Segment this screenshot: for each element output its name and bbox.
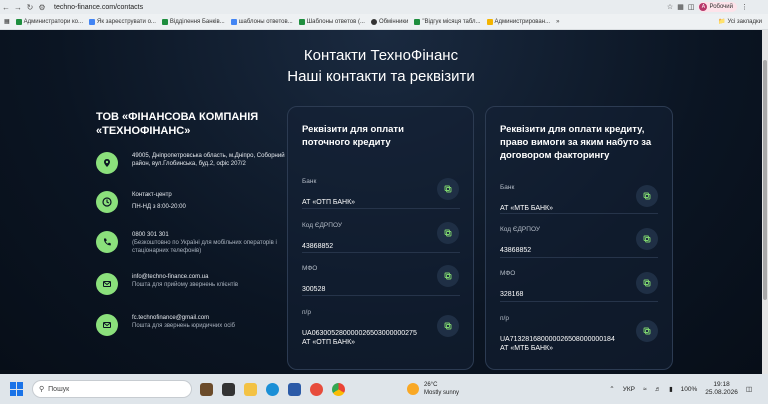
widget-icon[interactable] bbox=[200, 382, 213, 396]
chevron-up-icon[interactable]: ⌃ bbox=[609, 385, 614, 393]
app-icon[interactable] bbox=[310, 382, 323, 396]
sheets-icon bbox=[161, 18, 168, 25]
copy-edrpou-button[interactable] bbox=[636, 228, 658, 250]
bookmark-item[interactable]: Як зареєструвати о... bbox=[89, 18, 156, 25]
page-title: Контакти ТехноФінанс bbox=[303, 47, 459, 64]
sidebar-icon[interactable]: ◫ bbox=[688, 3, 695, 11]
phone-icon bbox=[96, 231, 118, 253]
company-name: ТОВ «ФІНАНСОВА КОМПАНІЯ «ТЕХНОФІНАНС» bbox=[96, 111, 259, 137]
weather-widget[interactable]: 26°C Mostly sunny bbox=[407, 381, 459, 397]
requisites-card-factoring: Реквізити для оплати кредиту, право вимо… bbox=[485, 106, 673, 370]
copy-icon bbox=[643, 192, 651, 200]
windows-start-icon[interactable] bbox=[10, 382, 24, 396]
contact-address: 49005, Дніпропетровська область, м.Дніпр… bbox=[96, 152, 286, 174]
copy-icon bbox=[643, 235, 651, 243]
docs-icon bbox=[230, 18, 237, 25]
divider bbox=[302, 295, 460, 296]
battery-level: 100% bbox=[680, 385, 698, 393]
sheets-icon bbox=[298, 18, 305, 25]
taskbar-search[interactable]: ⚲ Пошук bbox=[32, 380, 192, 398]
edge-icon[interactable] bbox=[266, 382, 279, 396]
page-subtitle: Наші контакти та реквізити bbox=[287, 68, 475, 85]
clock[interactable]: 19:18 25.08.2026 bbox=[705, 381, 738, 397]
contact-hours: Контакт-центр ПН-НД з 8:00-20:00 bbox=[96, 191, 286, 213]
browser-address-bar: ← → ↻ ⚙ techno-finance.com/contacts ☆ ▦ … bbox=[0, 0, 768, 14]
battery-icon[interactable]: ▮ bbox=[669, 385, 673, 393]
chrome-icon[interactable] bbox=[332, 382, 345, 396]
divider bbox=[302, 252, 460, 253]
bookmark-item[interactable]: Обмінники bbox=[370, 18, 408, 25]
store-icon[interactable] bbox=[288, 382, 301, 396]
task-view-icon[interactable] bbox=[222, 382, 235, 396]
wifi-icon[interactable]: ≈ bbox=[643, 386, 647, 393]
language-indicator[interactable]: УКР bbox=[623, 386, 635, 393]
copy-bank-button[interactable] bbox=[636, 185, 658, 207]
copy-icon bbox=[444, 322, 452, 330]
site-icon bbox=[370, 18, 377, 25]
contact-email-legal[interactable]: fc.technofinance@gmail.com Пошта для звер… bbox=[96, 314, 286, 336]
url-field[interactable]: techno-finance.com/contacts bbox=[54, 4, 143, 11]
volume-icon[interactable]: ♬ bbox=[655, 386, 662, 393]
more-bookmarks-icon[interactable]: » bbox=[556, 19, 559, 25]
bookmark-item[interactable]: Администратори ко... bbox=[15, 18, 83, 25]
card-title: Реквізити для оплати кредиту, право вимо… bbox=[500, 124, 652, 161]
requisites-card-current-credit: Реквізити для оплати поточного кредиту Б… bbox=[287, 106, 474, 370]
page-scrollbar[interactable] bbox=[762, 30, 768, 374]
copy-edrpou-button[interactable] bbox=[437, 222, 459, 244]
back-icon[interactable]: ← bbox=[0, 1, 12, 13]
folder-icon: 📁 bbox=[718, 19, 726, 25]
contact-phone[interactable]: 0800 301 301 (Безкоштовно по Україні для … bbox=[96, 231, 286, 255]
sheets-icon bbox=[15, 18, 22, 25]
copy-icon bbox=[643, 327, 651, 335]
card-title: Реквізити для оплати поточного кредиту bbox=[302, 124, 404, 148]
clock-icon bbox=[96, 191, 118, 213]
divider bbox=[500, 257, 658, 258]
scrollbar-thumb[interactable] bbox=[763, 60, 767, 300]
avatar: A bbox=[699, 3, 708, 11]
mail-icon bbox=[96, 273, 118, 295]
file-explorer-icon[interactable] bbox=[244, 382, 257, 396]
copy-bank-button[interactable] bbox=[437, 178, 459, 200]
bookmarks-bar: ▦ Администратори ко... Як зареєструвати … bbox=[0, 14, 768, 30]
copy-icon bbox=[444, 229, 452, 237]
copy-mfo-button[interactable] bbox=[636, 272, 658, 294]
contact-email-clients[interactable]: info@techno-finance.com.ua Пошта для прий… bbox=[96, 273, 286, 295]
sun-icon bbox=[407, 383, 419, 395]
mail-icon bbox=[96, 314, 118, 336]
copy-icon bbox=[444, 272, 452, 280]
profile-label: Робочий bbox=[709, 4, 733, 10]
copy-account-button[interactable] bbox=[437, 315, 459, 337]
menu-icon[interactable]: ⋮ bbox=[741, 3, 748, 11]
star-icon[interactable]: ☆ bbox=[667, 3, 673, 11]
location-pin-icon bbox=[96, 152, 118, 174]
profile-button[interactable]: A Робочий bbox=[698, 2, 737, 12]
taskbar: ⚲ Пошук 26°C Mostly sunny ⌃ УКР ≈ ♬ ▮ 10… bbox=[0, 374, 768, 404]
bookmark-item[interactable]: Відділення Банків... bbox=[161, 18, 225, 25]
bookmark-item[interactable]: Администрирован... bbox=[486, 18, 550, 25]
copy-account-button[interactable] bbox=[636, 320, 658, 342]
copy-icon bbox=[444, 185, 452, 193]
notifications-icon[interactable]: ◫ bbox=[746, 385, 752, 393]
search-icon: ⚲ bbox=[39, 386, 45, 393]
divider bbox=[500, 301, 658, 302]
sheets-icon bbox=[414, 18, 421, 25]
apps-icon[interactable]: ▦ bbox=[4, 18, 10, 25]
bookmark-item[interactable]: "Відгук місяця табл... bbox=[414, 18, 481, 25]
bookmark-item[interactable]: шаблоны ответов... bbox=[230, 18, 293, 25]
divider bbox=[302, 208, 460, 209]
contacts-page: Контакти ТехноФінанс Наші контакти та ре… bbox=[0, 30, 762, 374]
copy-mfo-button[interactable] bbox=[437, 265, 459, 287]
copy-icon bbox=[643, 279, 651, 287]
forward-icon[interactable]: → bbox=[12, 1, 24, 13]
site-info-icon[interactable]: ⚙ bbox=[36, 1, 48, 13]
extensions-icon[interactable]: ▦ bbox=[677, 3, 684, 11]
all-bookmarks-button[interactable]: 📁 Усі закладки bbox=[718, 18, 768, 26]
docs-icon bbox=[89, 18, 96, 25]
reload-icon[interactable]: ↻ bbox=[24, 1, 36, 13]
folder-icon bbox=[486, 18, 493, 25]
divider bbox=[500, 213, 658, 214]
bookmark-item[interactable]: Шаблоны ответов (... bbox=[298, 18, 365, 25]
